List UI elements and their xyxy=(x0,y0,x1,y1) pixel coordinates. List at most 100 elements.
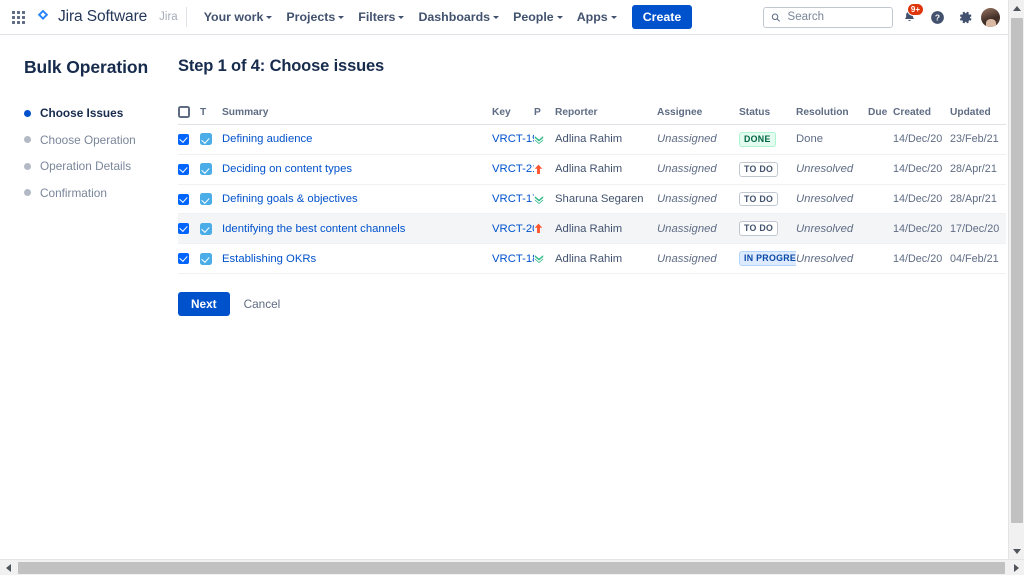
chevron-down-icon xyxy=(266,16,272,19)
row-checkbox[interactable] xyxy=(178,164,189,175)
horizontal-scrollbar-thumb[interactable] xyxy=(18,562,1005,574)
row-due-cell xyxy=(868,244,893,274)
table-row[interactable]: Establishing OKRsVRCT-18Adlina RahimUnas… xyxy=(178,244,1006,274)
avatar[interactable] xyxy=(981,8,1000,27)
column-header-due[interactable]: Due xyxy=(868,101,893,125)
issue-summary-link[interactable]: Defining goals & objectives xyxy=(222,193,358,205)
column-header-status[interactable]: Status xyxy=(739,101,796,125)
row-checkbox[interactable] xyxy=(178,134,189,145)
table-row[interactable]: Identifying the best content channels VRC… xyxy=(178,214,1006,244)
issue-key-link[interactable]: VRCT-18 xyxy=(492,253,534,265)
row-checkbox[interactable] xyxy=(178,253,189,264)
issue-key-link[interactable]: VRCT-20 xyxy=(492,223,534,235)
column-header-type[interactable]: T xyxy=(200,101,222,125)
settings-button[interactable] xyxy=(953,5,977,29)
vertical-scrollbar-thumb[interactable] xyxy=(1011,18,1023,523)
assignee-name: Unassigned xyxy=(657,163,717,175)
issue-key-link[interactable]: VRCT-17 xyxy=(492,193,534,205)
resolution-value: Unresolved xyxy=(796,253,853,265)
issue-summary-link[interactable]: Defining audience xyxy=(222,133,312,145)
row-resolution-cell: Unresolved xyxy=(796,184,868,214)
nav-apps[interactable]: Apps xyxy=(570,5,624,29)
task-icon[interactable] xyxy=(200,253,212,265)
next-button[interactable]: Next xyxy=(178,292,230,316)
nav-projects[interactable]: Projects xyxy=(279,5,351,29)
top-nav-right-group: 9+ ? xyxy=(763,5,1000,29)
issues-table-body: Defining audienceVRCT-19Adlina RahimUnas… xyxy=(178,125,1006,274)
nav-your-work[interactable]: Your work xyxy=(197,5,280,29)
sidebar-step-label: Choose Operation xyxy=(40,133,136,147)
sidebar-step-confirmation[interactable]: Confirmation xyxy=(24,186,160,200)
column-header-created[interactable]: Created xyxy=(893,101,950,125)
updated-date: 23/Feb/21 xyxy=(950,133,999,145)
wizard-step-list: Choose Issues Choose Operation Operation… xyxy=(24,106,160,200)
issues-table: T Summary Key P Reporter Assignee Status… xyxy=(178,101,1006,274)
horizontal-scrollbar[interactable] xyxy=(0,559,1024,575)
task-icon[interactable] xyxy=(200,133,212,145)
issue-key-link[interactable]: VRCT-19 xyxy=(492,133,534,145)
cancel-button[interactable]: Cancel xyxy=(242,292,283,316)
row-status-cell: TO DO xyxy=(739,214,796,244)
notifications-button[interactable]: 9+ xyxy=(897,5,921,29)
scroll-up-button[interactable] xyxy=(1009,0,1024,16)
search-input[interactable] xyxy=(786,10,885,24)
resolution-value: Unresolved xyxy=(796,223,853,235)
column-header-updated[interactable]: Updated xyxy=(950,101,1006,125)
search-box[interactable] xyxy=(763,7,893,28)
task-icon[interactable] xyxy=(200,193,212,205)
svg-text:?: ? xyxy=(934,12,939,22)
row-select-cell xyxy=(178,154,200,184)
column-header-summary[interactable]: Summary xyxy=(222,101,492,125)
column-header-resolution[interactable]: Resolution xyxy=(796,101,868,125)
task-icon[interactable] xyxy=(200,223,212,235)
issue-summary-link[interactable]: Deciding on content types xyxy=(222,163,352,175)
column-header-assignee[interactable]: Assignee xyxy=(657,101,739,125)
row-assignee-cell: Unassigned xyxy=(657,125,739,155)
issue-summary-link[interactable]: Establishing OKRs xyxy=(222,253,316,265)
nav-people[interactable]: People xyxy=(506,5,570,29)
table-row[interactable]: Defining goals & objectivesVRCT-17Sharun… xyxy=(178,184,1006,214)
created-date: 14/Dec/20 xyxy=(893,223,942,235)
help-circle-icon: ? xyxy=(930,10,945,25)
nav-filters[interactable]: Filters xyxy=(351,5,411,29)
issue-key-link[interactable]: VRCT-21 xyxy=(492,163,534,175)
column-header-reporter[interactable]: Reporter xyxy=(555,101,657,125)
issue-summary-link[interactable]: Identifying the best content channels xyxy=(222,223,405,235)
vertical-scrollbar[interactable] xyxy=(1008,0,1024,559)
scroll-down-button[interactable] xyxy=(1009,543,1024,559)
row-checkbox[interactable] xyxy=(178,223,189,234)
row-type-cell xyxy=(200,214,222,244)
chevron-down-icon xyxy=(557,16,563,19)
chevron-down-icon xyxy=(611,16,617,19)
row-status-cell: TO DO xyxy=(739,154,796,184)
row-resolution-cell: Unresolved xyxy=(796,154,868,184)
updated-date: 28/Apr/21 xyxy=(950,163,997,175)
row-summary-cell: Defining audience xyxy=(222,125,492,155)
table-row[interactable]: Defining audienceVRCT-19Adlina RahimUnas… xyxy=(178,125,1006,155)
row-due-cell xyxy=(868,125,893,155)
row-key-cell: VRCT-18 xyxy=(492,244,534,274)
sidebar-step-operation-details[interactable]: Operation Details xyxy=(24,159,160,173)
row-select-cell xyxy=(178,125,200,155)
row-summary-cell: Deciding on content types xyxy=(222,154,492,184)
row-checkbox[interactable] xyxy=(178,194,189,205)
resolution-value: Unresolved xyxy=(796,193,853,205)
sidebar-step-choose-operation[interactable]: Choose Operation xyxy=(24,133,160,147)
row-created-cell: 14/Dec/20 xyxy=(893,125,950,155)
scroll-right-button[interactable] xyxy=(1008,560,1024,576)
nav-dashboards[interactable]: Dashboards xyxy=(411,5,506,29)
create-button[interactable]: Create xyxy=(632,5,693,29)
select-all-checkbox[interactable] xyxy=(178,106,190,118)
sidebar-step-choose-issues[interactable]: Choose Issues xyxy=(24,106,160,120)
task-icon[interactable] xyxy=(200,163,212,175)
column-header-key[interactable]: Key xyxy=(492,101,534,125)
jira-software-home-link[interactable]: Jira Software xyxy=(34,8,147,26)
help-button[interactable]: ? xyxy=(925,5,949,29)
nav-divider xyxy=(186,7,187,27)
table-row[interactable]: Deciding on content typesVRCT-21Adlina R… xyxy=(178,154,1006,184)
column-header-priority[interactable]: P xyxy=(534,101,555,125)
scroll-left-button[interactable] xyxy=(0,560,16,576)
step-dot-icon xyxy=(24,136,31,143)
grid-apps-icon[interactable] xyxy=(8,7,28,27)
row-assignee-cell: Unassigned xyxy=(657,214,739,244)
